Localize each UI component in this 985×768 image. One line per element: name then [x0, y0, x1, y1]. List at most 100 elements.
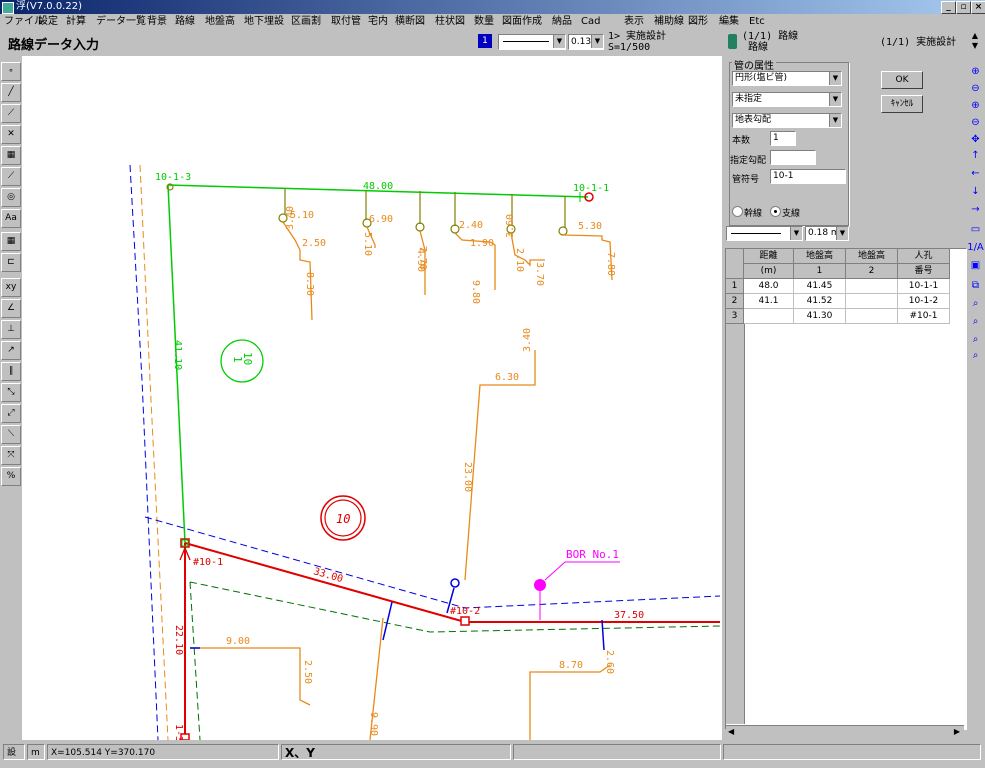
find-cross-icon[interactable]: ⌕ — [967, 348, 984, 364]
pipe-attribute-panel: 管の属性 円形(塩ビ管) ▼ 未指定 ▼ 地表勾配 ▼ 本数 1 指定勾配 管符… — [723, 56, 965, 246]
pipe-data-grid[interactable]: 距離 地盤高 地盤高 人孔 (m) 1 2 番号 1 48.0 41.45 10-1-… — [725, 248, 967, 738]
circle-tool-icon[interactable]: ◎ — [1, 188, 21, 207]
find-color-icon[interactable]: ⌕ — [967, 314, 984, 330]
menu-item[interactable]: 地盤高 — [205, 14, 235, 29]
radio-branch[interactable] — [770, 206, 781, 217]
menu-item[interactable]: 表示 — [624, 14, 644, 29]
ok-button[interactable]: OK — [881, 71, 923, 89]
zoom-in-icon[interactable]: ⊕ — [967, 98, 984, 114]
menu-item[interactable]: 納品 — [552, 14, 572, 29]
menu-item[interactable]: 図形 — [688, 14, 708, 29]
menu-item[interactable]: 地下埋設 — [244, 14, 284, 29]
grid-tool-icon[interactable]: ▦ — [1, 146, 21, 165]
zoom-all-icon[interactable]: ⊖ — [967, 81, 984, 97]
extend-tool-icon[interactable]: ↗ — [1, 341, 21, 360]
percent-tool-icon[interactable]: % — [1, 467, 21, 486]
cross-tool-icon[interactable]: ✕ — [1, 125, 21, 144]
find-list-icon[interactable]: ⌕ — [967, 332, 984, 348]
layer-number-button[interactable]: 1 — [478, 34, 492, 48]
route-color-icon[interactable] — [728, 34, 737, 49]
grid-cell-gh1[interactable]: 41.45 — [794, 279, 846, 294]
chevron-down-icon: ▼ — [829, 72, 841, 85]
menu-item[interactable]: Etc — [749, 14, 765, 29]
menu-item[interactable]: 区画割 — [291, 14, 321, 29]
menu-item[interactable]: データ一覧 — [96, 14, 146, 29]
menu-item[interactable]: 数量 — [474, 14, 494, 29]
menu-item[interactable]: 図面作成 — [502, 14, 542, 29]
menu-item[interactable]: 計算 — [66, 14, 86, 29]
menu-bar: ファイル 設定 計算 データ一覧 背景 路線 地盤高 地下埋設 区画割 取付管 宅内 横断図 柱状図 数量… — [0, 14, 985, 29]
point-tool-icon[interactable]: ∘ — [1, 62, 21, 81]
manhole-10-2[interactable] — [460, 616, 470, 626]
menu-item[interactable]: 設定 — [38, 14, 58, 29]
toolbar-scroll-button[interactable]: ▲ ▼ — [968, 31, 982, 53]
grid-cell-gh2[interactable] — [846, 279, 898, 294]
arrow-left-icon[interactable]: ← — [967, 166, 984, 182]
menu-item[interactable]: 取付管 — [331, 14, 361, 29]
menu-item[interactable]: 路線 — [175, 14, 195, 29]
menu-item[interactable]: 宅内 — [368, 14, 388, 29]
arrow-down-icon[interactable]: ↓ — [967, 184, 984, 200]
angle-tool-icon[interactable]: ∠ — [1, 299, 21, 318]
polyline-tool-icon[interactable]: ⟋ — [1, 104, 21, 123]
grid-cell-dist[interactable] — [744, 309, 794, 324]
pipe-no-input[interactable]: 10-1 — [770, 169, 846, 184]
maximize-button[interactable]: ▫ — [956, 1, 971, 14]
layer-icon[interactable]: ▣ — [967, 258, 984, 274]
offset-tool-icon[interactable]: ⤡ — [1, 383, 21, 402]
perp-tool-icon[interactable]: ⊥ — [1, 320, 21, 339]
minimize-button[interactable]: _ — [941, 1, 956, 14]
divide-tool-icon[interactable]: ⤢ — [1, 404, 21, 423]
rectangle-icon[interactable]: ▭ — [967, 222, 984, 238]
grid-cell-gh1[interactable]: 41.52 — [794, 294, 846, 309]
copy-icon[interactable]: ⧉ — [967, 278, 984, 294]
menu-item[interactable]: 編集 — [719, 14, 739, 29]
line-tool-icon[interactable]: ╱ — [1, 83, 21, 102]
grid-cell-gh1[interactable]: 41.30 — [794, 309, 846, 324]
horizontal-scrollbar[interactable]: ◀ ▶ — [726, 725, 964, 738]
grid-cell-mh[interactable]: #10-1 — [898, 309, 950, 324]
arrow-right-icon[interactable]: → — [967, 202, 984, 218]
parallel-tool-icon[interactable]: ∥ — [1, 362, 21, 381]
grid-cell-gh2[interactable] — [846, 294, 898, 309]
find-icon[interactable]: ⌕ — [967, 296, 984, 312]
menu-item[interactable]: 補助線 — [654, 14, 684, 29]
pipe-line-style-select[interactable]: ▼ — [726, 226, 803, 241]
cancel-button[interactable]: ｷｬﾝｾﾙ — [881, 95, 923, 113]
menu-item[interactable]: 柱状図 — [435, 14, 465, 29]
pipe-type-select[interactable]: 円形(塩ビ管) ▼ — [732, 71, 842, 86]
scale-icon[interactable]: 1/A — [967, 240, 984, 256]
grid-cell-mh[interactable]: 10-1-2 — [898, 294, 950, 309]
grid-cell-gh2[interactable] — [846, 309, 898, 324]
route-line2: 路線 — [748, 42, 768, 53]
zoom-window-icon[interactable]: ⊕ — [967, 64, 984, 80]
join-tool-icon[interactable]: ⤧ — [1, 446, 21, 465]
arrow-up-icon[interactable]: ↑ — [967, 148, 984, 164]
table-tool-icon[interactable]: ▦ — [1, 232, 21, 251]
line-width-select[interactable]: 0.13 ▼ — [568, 34, 604, 50]
menu-item[interactable]: 横断図 — [395, 14, 425, 29]
close-button[interactable]: × — [971, 1, 985, 14]
count-input[interactable]: 1 — [770, 131, 796, 146]
zoom-out-icon[interactable]: ⊖ — [967, 115, 984, 131]
grid-cell-dist[interactable]: 41.1 — [744, 294, 794, 309]
radio-main[interactable] — [732, 206, 743, 217]
grid-cell-mh[interactable]: 10-1-1 — [898, 279, 950, 294]
slope-tool-icon[interactable]: ⟋ — [1, 167, 21, 186]
slope-mode-select[interactable]: 地表勾配 ▼ — [732, 113, 842, 128]
text-tool-icon[interactable]: Aa — [1, 209, 21, 228]
spec-select[interactable]: 未指定 ▼ — [732, 92, 842, 107]
measure-tool-icon[interactable]: ⊏ — [1, 253, 21, 272]
bor-point[interactable] — [534, 579, 546, 591]
slope-input[interactable] — [770, 150, 816, 165]
pipe-width-select[interactable]: 0.18 m ▼ — [805, 226, 849, 241]
grid-cell-dist[interactable]: 48.0 — [744, 279, 794, 294]
menu-item[interactable]: 背景 — [147, 14, 167, 29]
menu-item[interactable]: Cad — [581, 14, 600, 29]
line-style-select[interactable]: ▼ — [498, 34, 566, 50]
drawing-svg[interactable]: 10-1-3 48.00 10-1-1 41.10 5.10 3.40 2.50… — [22, 56, 722, 740]
xy-tool-icon[interactable]: xy — [1, 278, 21, 297]
pan-icon[interactable]: ✥ — [967, 132, 984, 148]
drawing-canvas[interactable]: 10-1-3 48.00 10-1-1 41.10 5.10 3.40 2.50… — [22, 56, 722, 740]
split-tool-icon[interactable]: ⟍ — [1, 425, 21, 444]
